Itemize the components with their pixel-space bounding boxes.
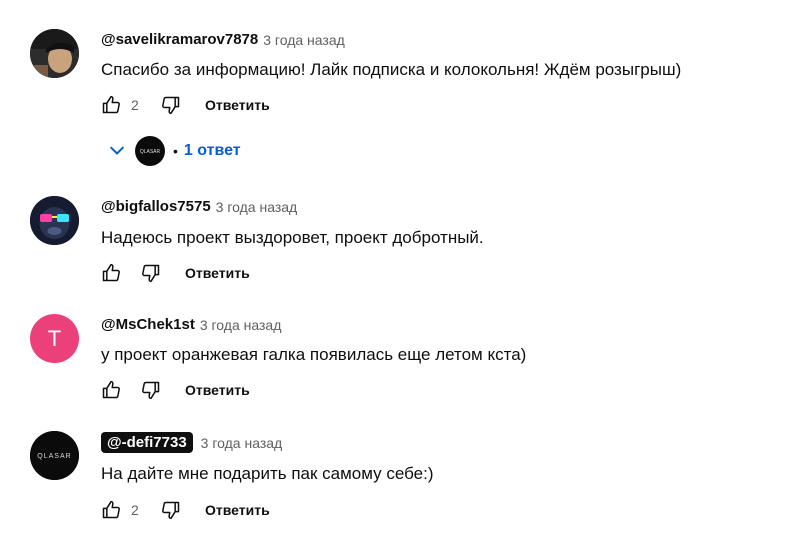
thumbs-down-icon bbox=[142, 381, 160, 400]
qlasar-logo-icon: QLASAR bbox=[140, 149, 161, 155]
chevron-down-icon bbox=[105, 139, 129, 163]
reply-author-avatar: QLASAR bbox=[135, 136, 165, 166]
comment-text: Спасибо за информацию! Лайк подписка и к… bbox=[101, 60, 682, 79]
thumbs-down-icon bbox=[142, 264, 160, 283]
view-replies-button[interactable]: QLASAR • 1 ответ bbox=[101, 131, 241, 171]
timestamp[interactable]: 3 года назад bbox=[216, 199, 298, 215]
replies-count[interactable]: 1 ответ bbox=[184, 142, 241, 160]
thumbs-up-icon bbox=[102, 500, 120, 519]
comment-text: у проект оранжевая галка появилась еще л… bbox=[101, 345, 527, 364]
dislike-button[interactable] bbox=[141, 263, 161, 283]
comment-meta: @MsChek1st 3 года назад bbox=[101, 316, 281, 333]
comment-text: Надеюсь проект выздоровет, проект доброт… bbox=[101, 228, 484, 247]
timestamp[interactable]: 3 года назад bbox=[201, 435, 283, 451]
reply-button[interactable]: Ответить bbox=[185, 382, 250, 398]
comment-meta: @bigfallos7575 3 года назад bbox=[101, 198, 297, 215]
thumbs-down-icon bbox=[162, 501, 180, 520]
avatar[interactable] bbox=[30, 29, 79, 78]
dislike-button[interactable] bbox=[141, 380, 161, 400]
author-name-badge[interactable]: @-defi7733 bbox=[101, 432, 193, 453]
avatar[interactable]: T bbox=[30, 314, 79, 363]
avatar-letter: T bbox=[47, 325, 62, 351]
author-name[interactable]: @bigfallos7575 bbox=[101, 198, 211, 215]
reply-button[interactable]: Ответить bbox=[205, 502, 270, 518]
dislike-button[interactable] bbox=[161, 500, 181, 520]
comment-actions: Ответить bbox=[101, 378, 250, 402]
thumbs-up-icon bbox=[102, 380, 120, 399]
timestamp[interactable]: 3 года назад bbox=[200, 317, 282, 333]
comment-meta: @savelikramarov7878 3 года назад bbox=[101, 31, 345, 48]
avatar[interactable] bbox=[30, 196, 79, 245]
comment-actions: Ответить bbox=[101, 261, 250, 285]
like-count: 2 bbox=[131, 97, 139, 113]
author-name[interactable]: @MsChek1st bbox=[101, 316, 195, 333]
svg-text:QLASAR: QLASAR bbox=[37, 453, 71, 460]
author-name[interactable]: @savelikramarov7878 bbox=[101, 31, 258, 48]
comment-meta: @-defi7733 3 года назад bbox=[101, 432, 282, 453]
thumbs-up-icon bbox=[102, 95, 120, 114]
person-photo-icon bbox=[30, 29, 79, 78]
comment-text: На дайте мне подарить пак самому себе:) bbox=[101, 464, 434, 483]
like-count: 2 bbox=[131, 502, 139, 518]
qlasar-logo-icon: QLASAR bbox=[30, 431, 79, 480]
timestamp[interactable]: 3 года назад bbox=[263, 32, 345, 48]
thumbs-down-icon bbox=[162, 96, 180, 115]
thumbs-up-icon bbox=[102, 263, 120, 282]
comment-actions: 2 Ответить bbox=[101, 498, 270, 522]
like-button[interactable] bbox=[101, 263, 121, 283]
like-button[interactable] bbox=[101, 380, 121, 400]
separator-dot: • bbox=[173, 143, 178, 159]
reply-button[interactable]: Ответить bbox=[205, 97, 270, 113]
monkey-glasses-icon bbox=[30, 196, 79, 245]
reply-button[interactable]: Ответить bbox=[185, 265, 250, 281]
avatar[interactable]: QLASAR bbox=[30, 431, 79, 480]
dislike-button[interactable] bbox=[161, 95, 181, 115]
comment-actions: 2 Ответить bbox=[101, 93, 270, 117]
like-button[interactable] bbox=[101, 500, 121, 520]
like-button[interactable] bbox=[101, 95, 121, 115]
